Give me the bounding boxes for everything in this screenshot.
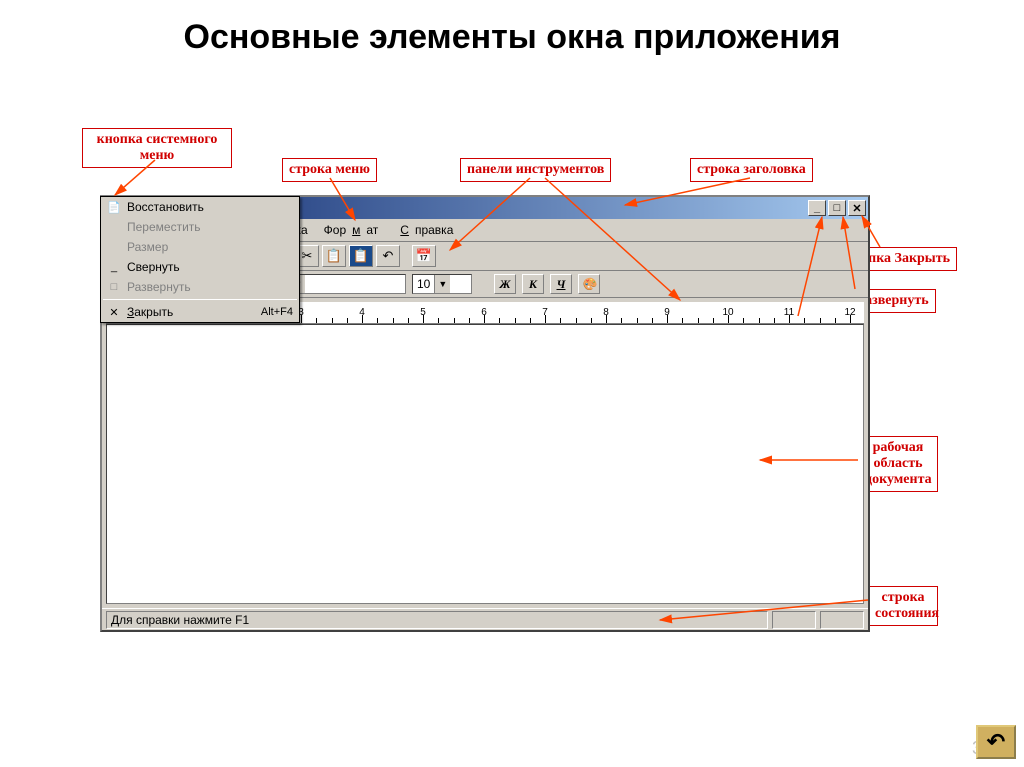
chevron-down-icon: ▼ [434, 275, 450, 293]
return-icon: ↶ [987, 729, 1005, 755]
status-cell [772, 611, 816, 629]
copy-icon[interactable]: 📋 [322, 245, 346, 267]
sysmenu-size: Размер [101, 237, 299, 257]
font-size-combo[interactable]: 10 ▼ [412, 274, 472, 294]
minimize-icon: _ [107, 261, 121, 273]
sysmenu-minimize[interactable]: _ Свернуть [101, 257, 299, 277]
status-cell [820, 611, 864, 629]
label-workarea: рабочая область документа [858, 436, 938, 492]
sysmenu-close[interactable]: ✕ Закрыть Alt+F4 [101, 302, 299, 322]
label-sysmenu: кнопка системного меню [82, 128, 232, 168]
status-text: Для справки нажмите F1 [106, 611, 768, 629]
italic-button[interactable]: К [522, 274, 544, 294]
label-titlebar: строка заголовка [690, 158, 813, 182]
restore-icon: 📄 [107, 201, 121, 214]
minimize-icon: _ [814, 202, 820, 214]
sysmenu-maximize: □ Развернуть [101, 277, 299, 297]
maximize-icon: □ [107, 281, 121, 293]
font-size-value: 10 [417, 277, 430, 291]
underline-button[interactable]: Ч [550, 274, 572, 294]
system-menu: 📄 Восстановить Переместить Размер _ Свер… [100, 196, 300, 323]
slide-title: Основные элементы окна приложения [0, 18, 1024, 57]
sysmenu-move: Переместить [101, 217, 299, 237]
color-button[interactable]: 🎨 [578, 274, 600, 294]
maximize-button[interactable]: □ [828, 200, 846, 216]
minimize-button[interactable]: _ [808, 200, 826, 216]
maximize-icon: □ [834, 202, 841, 214]
menu-item[interactable]: Справка [388, 222, 459, 238]
nav-return-button[interactable]: ↶ [976, 725, 1016, 759]
close-icon: ✕ [852, 202, 861, 215]
menu-item[interactable]: Формат [318, 222, 385, 238]
bold-button[interactable]: Ж [494, 274, 516, 294]
close-icon: ✕ [107, 306, 121, 319]
label-menubar: строка меню [282, 158, 377, 182]
statusbar: Для справки нажмите F1 [102, 608, 868, 630]
label-toolbars: панели инструментов [460, 158, 611, 182]
paste-icon[interactable]: 📋 [349, 245, 373, 267]
document-area[interactable] [106, 324, 864, 604]
sysmenu-restore[interactable]: 📄 Восстановить [101, 197, 299, 217]
datetime-icon[interactable]: 📅 [412, 245, 436, 267]
undo-icon[interactable]: ↶ [376, 245, 400, 267]
shortcut-text: Alt+F4 [261, 306, 293, 318]
label-statusbar: строка состояния [868, 586, 938, 626]
close-button[interactable]: ✕ [848, 200, 866, 216]
